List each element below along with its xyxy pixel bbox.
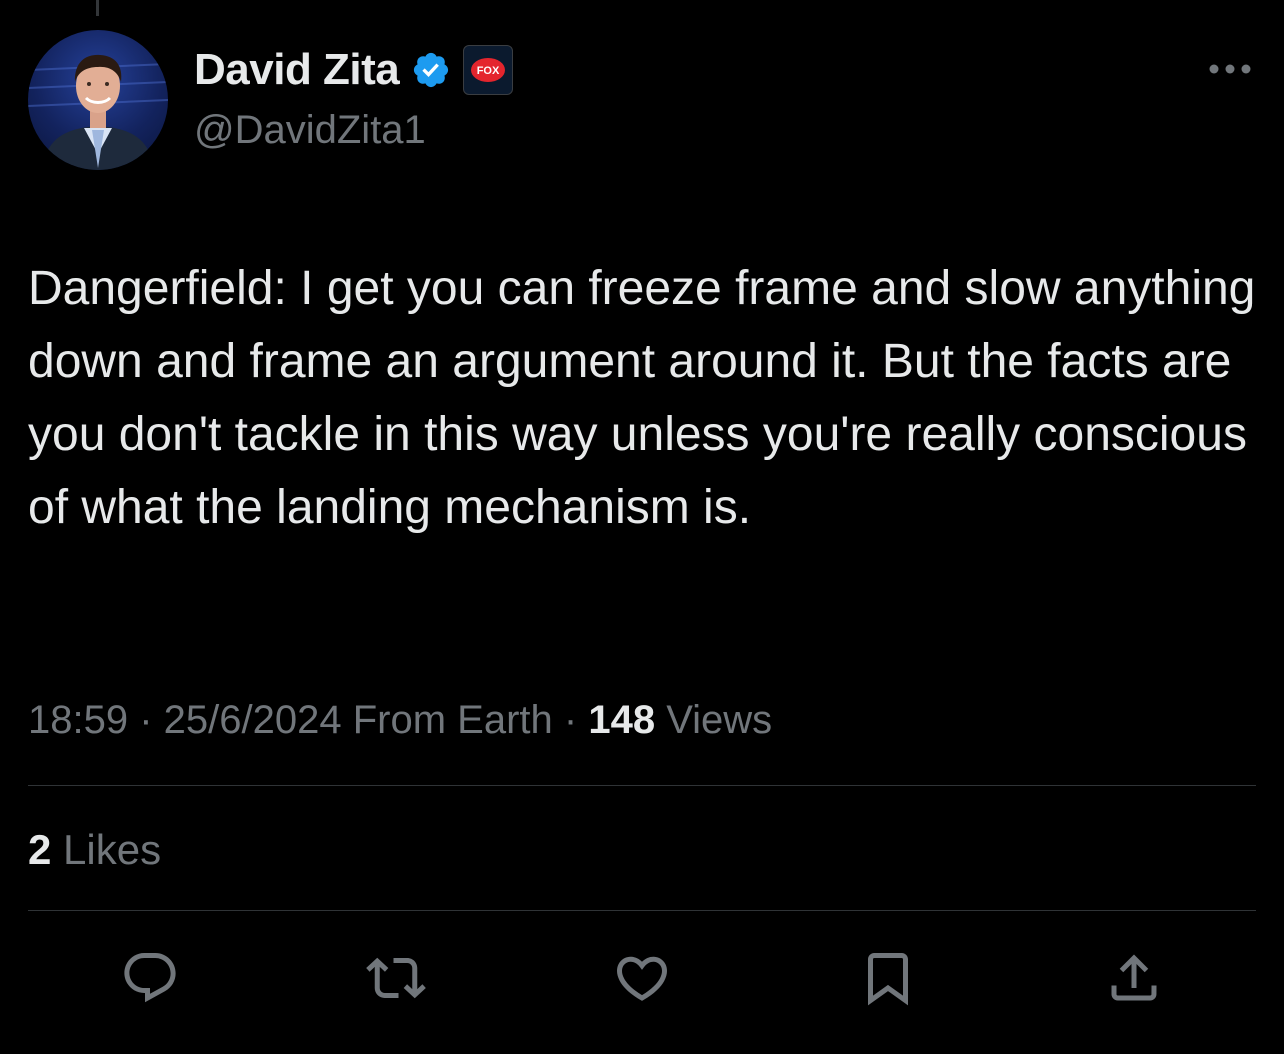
tweet-text: Dangerfield: I get you can freeze frame … xyxy=(28,262,1269,534)
meta-separator: · xyxy=(128,697,164,742)
more-options-icon[interactable] xyxy=(1206,54,1254,84)
share-button[interactable] xyxy=(1104,948,1164,1008)
like-button[interactable] xyxy=(612,948,672,1008)
tweet-date[interactable]: 25/6/2024 xyxy=(164,698,342,743)
divider-top xyxy=(28,785,1256,786)
author-name-row: David Zita FOX xyxy=(194,44,514,96)
likes-space xyxy=(51,826,63,874)
affiliate-badge[interactable]: FOX xyxy=(463,45,514,95)
reply-icon xyxy=(124,953,176,1003)
share-icon xyxy=(1111,954,1157,1001)
author-handle[interactable]: @DavidZita1 xyxy=(194,108,426,153)
retweet-button[interactable] xyxy=(366,948,426,1008)
like-icon xyxy=(616,956,668,1001)
tweet-time[interactable]: 18:59 xyxy=(28,698,128,743)
fox-logo-icon: FOX xyxy=(471,58,506,82)
avatar[interactable] xyxy=(28,30,168,170)
profile-photo-icon xyxy=(28,54,168,170)
views-count: 148 xyxy=(588,697,656,742)
likes-count: 2 xyxy=(28,826,52,873)
reply-button[interactable] xyxy=(120,948,180,1008)
bookmark-icon xyxy=(868,953,908,1006)
likes-stat[interactable]: 2 Likes xyxy=(28,820,161,880)
likes-label: Likes xyxy=(63,826,162,873)
verified-badge-icon xyxy=(411,50,451,90)
tweet-meta: 18:59 · 25/6/2024 From Earth · 148 Views xyxy=(28,690,772,750)
bookmark-button[interactable] xyxy=(858,948,918,1008)
meta-separator: · xyxy=(552,697,589,742)
tweet-source: From Earth xyxy=(352,697,553,742)
affiliate-badge-text: FOX xyxy=(477,65,500,77)
retweet-icon xyxy=(366,957,426,999)
author-display-name[interactable]: David Zita xyxy=(194,45,400,95)
meta-space xyxy=(342,698,353,743)
meta-space xyxy=(655,698,666,743)
thread-connector-line xyxy=(96,0,99,16)
divider-bottom xyxy=(28,910,1256,911)
views-label: Views xyxy=(666,697,773,742)
